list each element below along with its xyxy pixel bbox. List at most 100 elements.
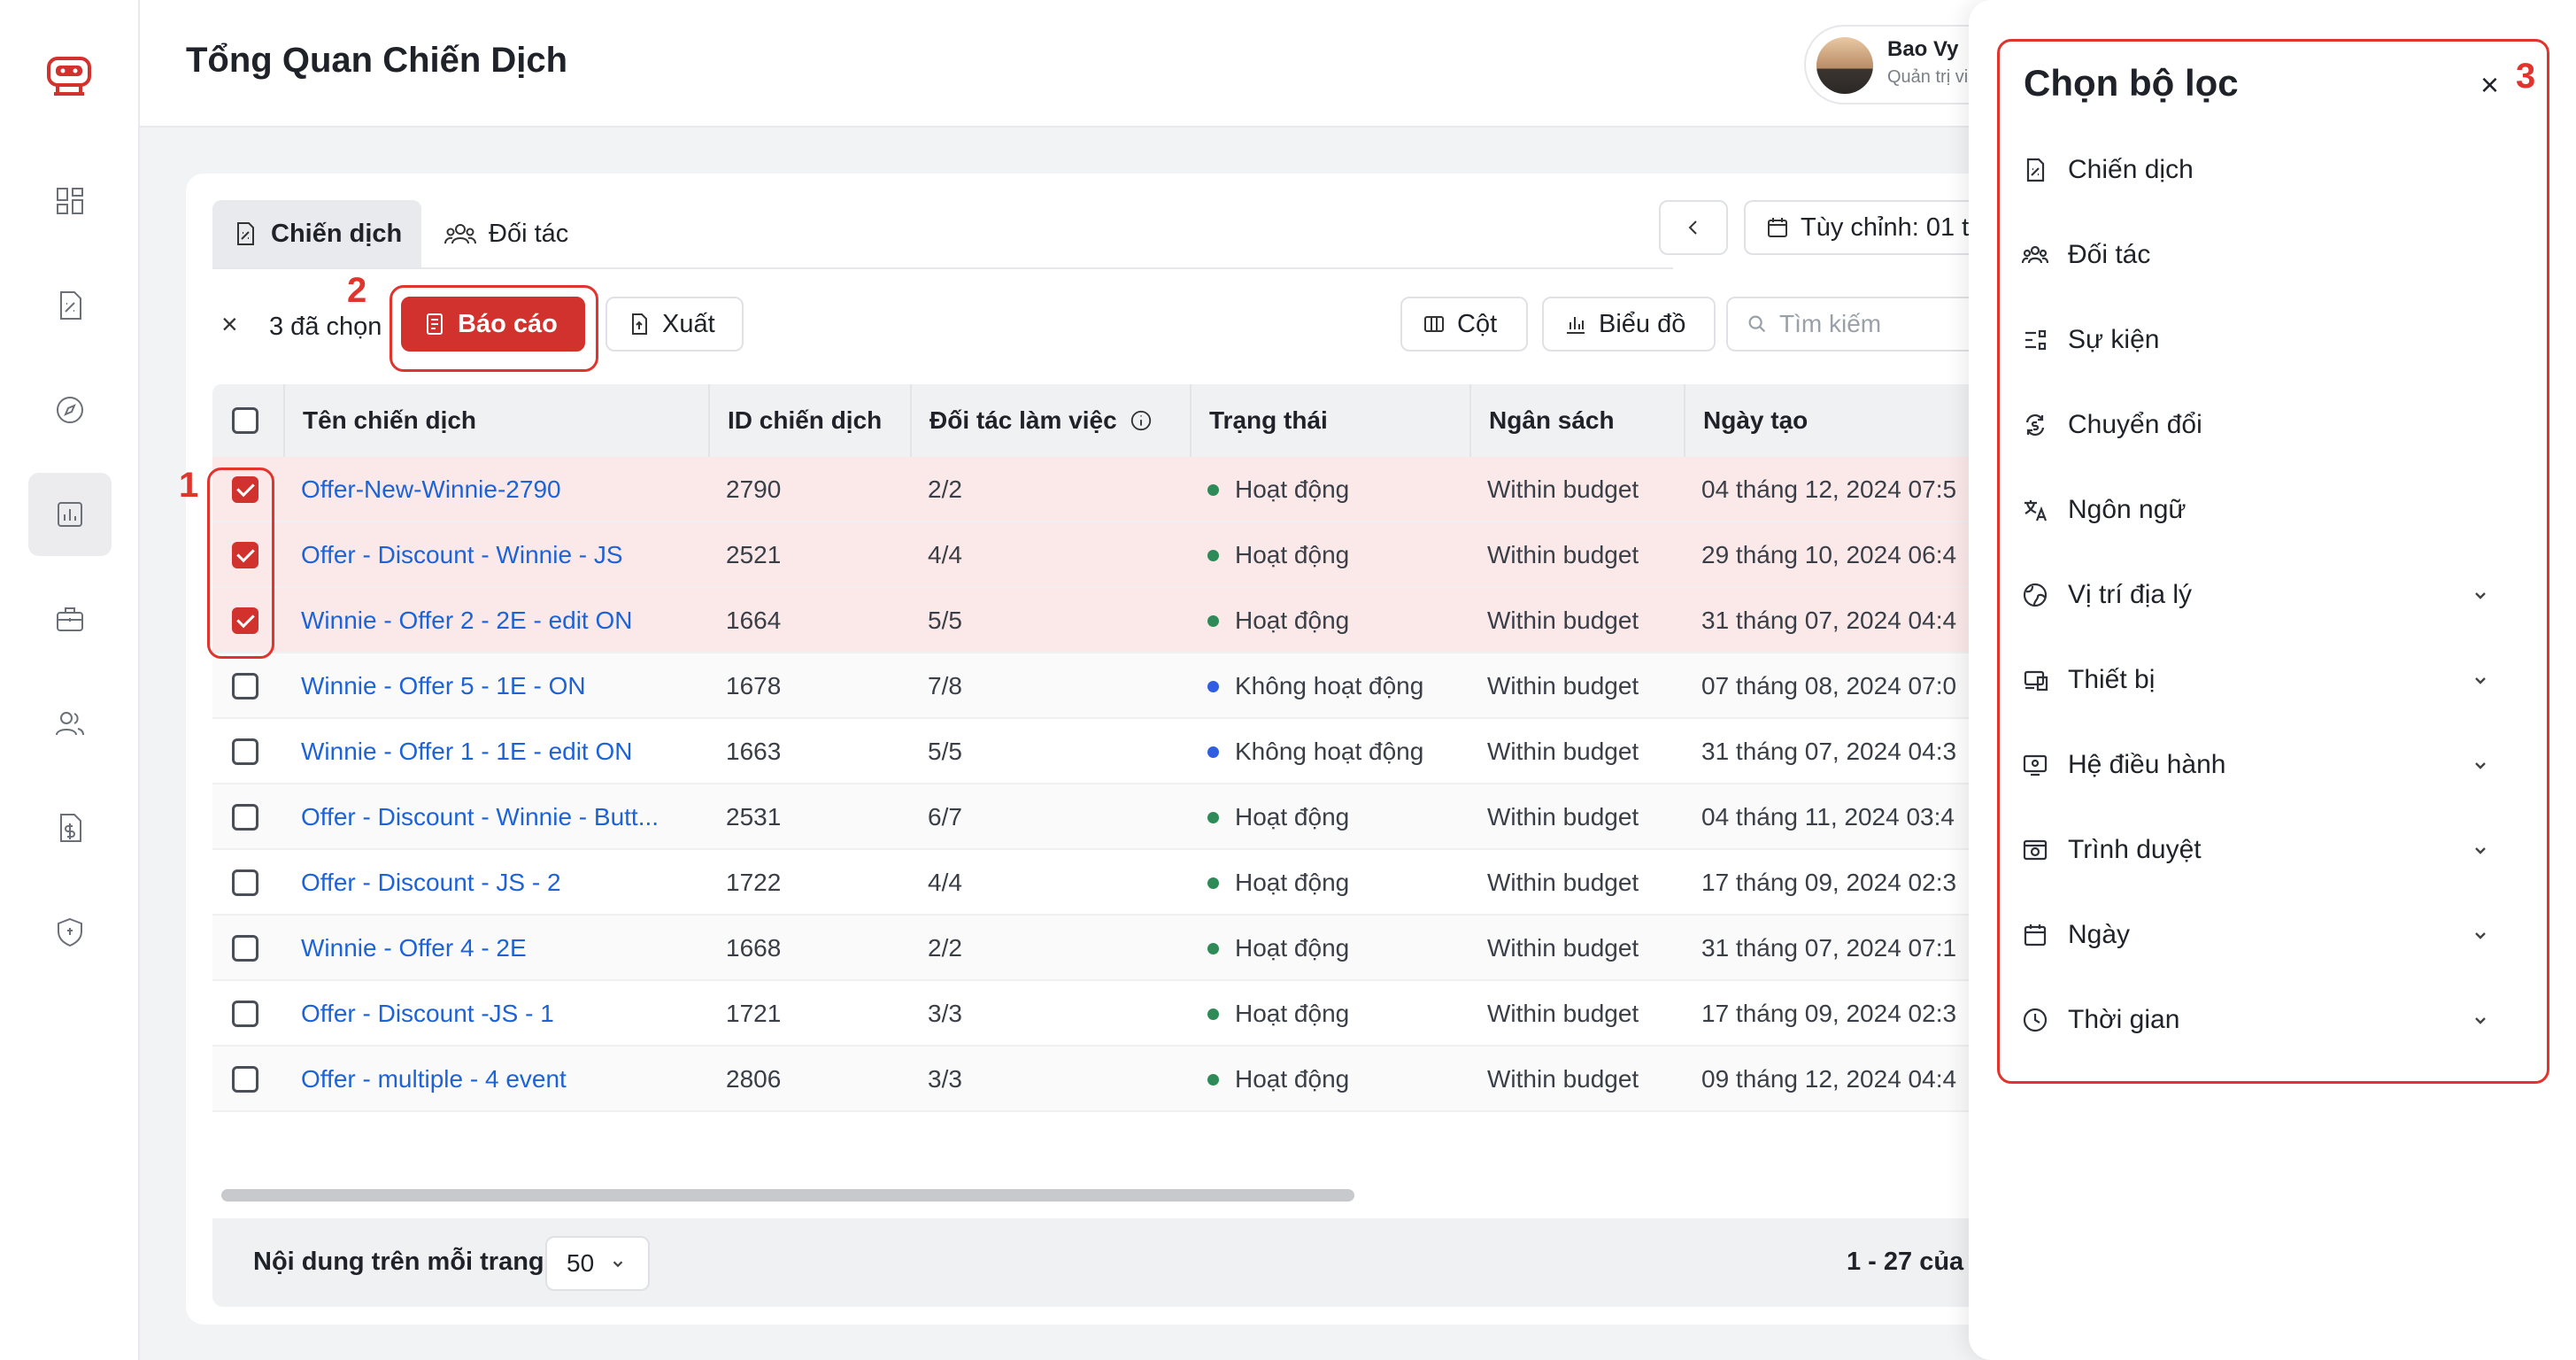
partners-icon [2022,245,2048,264]
column-header-status[interactable]: Trạng thái [1190,384,1328,457]
row-checkbox[interactable] [232,673,258,699]
users-icon[interactable] [28,682,112,765]
campaign-doc-icon [237,222,254,245]
tab-campaigns[interactable]: Chiến dịch [212,200,422,267]
campaign-name-link[interactable]: Winnie - Offer 4 - 2E [301,916,690,981]
per-page-value: 50 [567,1249,595,1277]
per-page-select[interactable]: 50 [545,1236,650,1291]
column-header-created[interactable]: Ngày tạo [1684,384,1808,457]
globe-icon [2023,583,2048,607]
dashboard-icon[interactable] [28,159,112,243]
filter-item[interactable]: Chuyển đổi [2022,398,2491,452]
close-icon[interactable]: × [2480,69,2499,101]
chevron-down-icon[interactable] [2470,584,2491,606]
row-checkbox[interactable] [232,1066,258,1093]
export-doc-icon [632,313,647,335]
partners-icon [444,224,476,244]
app-logo-icon[interactable] [43,51,95,103]
table-row[interactable]: Offer - multiple - 4 event 2806 3/3 Hoạt độ… [212,1047,2045,1112]
campaign-id: 2790 [726,475,782,503]
browser-icon [2023,839,2048,861]
chevron-down-icon[interactable] [2470,839,2491,861]
row-checkbox[interactable] [232,1001,258,1027]
table-row[interactable]: Offer - Discount - Winnie - JS 2521 4/4 Hoạ… [212,522,2045,588]
column-header-budget[interactable]: Ngân sách [1469,384,1615,457]
table-row[interactable]: Winnie - Offer 5 - 1E - ON 1678 7/8 Không h… [212,653,2045,719]
campaign-id: 1664 [726,607,782,634]
campaign-id: 2806 [726,1065,782,1093]
filter-item[interactable]: Sự kiện [2022,313,2491,367]
export-button-label: Xuất [662,309,715,338]
partners-count: 5/5 [928,607,962,634]
annotation-number-1: 1 [179,466,199,505]
clear-selection-icon[interactable]: × [221,308,238,341]
columns-button[interactable]: Cột [1400,297,1528,352]
column-header-partners[interactable]: Đối tác làm việc [910,384,1153,457]
campaign-card: Chiến dịch Đối tác Tùy chỉnh: 01 t × 3 đ… [179,174,2045,1325]
horizontal-scrollbar[interactable] [221,1189,1354,1202]
filter-item[interactable]: Ngôn ngữ [2022,483,2491,537]
filter-item[interactable]: Hệ điều hành [2022,738,2491,792]
report-chart-icon[interactable] [28,473,112,556]
filter-item[interactable]: Chiến dịch [2022,143,2491,197]
filter-item[interactable]: Trình duyệt [2022,823,2491,877]
report-button-label: Báo cáo [458,309,558,338]
row-checkbox[interactable] [232,869,258,896]
chart-button[interactable]: Biểu đồ [1542,297,1716,352]
row-checkbox[interactable] [232,738,258,765]
filter-item[interactable]: Vị trí địa lý [2022,568,2491,622]
campaign-doc-icon[interactable] [28,264,112,347]
status-dot [1207,680,1219,692]
column-header-name[interactable]: Tên chiến dịch [283,384,476,457]
table-row[interactable]: Winnie - Offer 1 - 1E - edit ON 1663 5/5 Kh… [212,719,2045,784]
status-dot [1207,877,1219,889]
campaign-name-link[interactable]: Winnie - Offer 1 - 1E - edit ON [301,719,690,784]
filter-item-label: Thiết bị [2068,665,2156,694]
status-dot [1207,746,1219,758]
tab-partners[interactable]: Đối tác [425,200,588,267]
select-all-checkbox[interactable] [232,407,258,434]
row-checkbox[interactable] [232,935,258,962]
table-row[interactable]: Offer-New-Winnie-2790 2790 2/2 Hoạt động Wit… [212,457,2045,522]
table-row[interactable]: Winnie - Offer 4 - 2E 1668 2/2 Hoạt động Wit… [212,916,2045,981]
column-header-id[interactable]: ID chiến dịch [708,384,882,457]
campaign-name-link[interactable]: Offer - Discount - JS - 2 [301,850,690,916]
table-row[interactable]: Winnie - Offer 2 - 2E - edit ON 1664 5/5 Ho… [212,588,2045,653]
budget-status: Within budget [1487,475,1639,503]
campaign-name-link[interactable]: Offer - Discount -JS - 1 [301,981,690,1047]
filter-item[interactable]: Đối tác [2022,228,2491,282]
annotation-number-2: 2 [347,271,367,310]
row-checkbox[interactable] [232,804,258,831]
chevron-down-icon[interactable] [2470,924,2491,946]
device-icon [2024,670,2048,692]
export-button[interactable]: Xuất [605,297,744,352]
campaign-name-link[interactable]: Winnie - Offer 2 - 2E - edit ON [301,588,690,653]
campaign-name-link[interactable]: Offer - Discount - Winnie - Butt... [301,784,690,850]
briefcase-icon[interactable] [28,577,112,661]
status-text: Hoạt động [1235,1000,1350,1027]
compass-icon[interactable] [28,368,112,452]
date-range-label: Tùy chỉnh: 01 t [1801,212,1970,242]
table-row[interactable]: Offer - Discount - JS - 2 1722 4/4 Hoạt độn… [212,850,2045,916]
avatar [1816,37,1873,94]
chevron-down-icon[interactable] [2470,1009,2491,1031]
campaign-name-link[interactable]: Offer - Discount - Winnie - JS [301,522,690,588]
filter-item[interactable]: Thiết bị [2022,653,2491,707]
status-cell: Hoạt động [1207,981,1473,1047]
chevron-down-icon [613,1261,623,1268]
status-text: Hoạt động [1235,934,1350,962]
campaign-name-link[interactable]: Offer - multiple - 4 event [301,1047,690,1112]
campaign-name-link[interactable]: Offer-New-Winnie-2790 [301,457,690,522]
chevron-down-icon[interactable] [2470,754,2491,776]
table-row[interactable]: Offer - Discount -JS - 1 1721 3/3 Hoạt động… [212,981,2045,1047]
filter-item[interactable]: Ngày [2022,908,2491,962]
invoice-dollar-icon[interactable] [28,786,112,869]
date-prev-button[interactable] [1659,200,1728,255]
shield-icon[interactable] [28,891,112,974]
chevron-down-icon[interactable] [2470,669,2491,691]
report-button[interactable]: Báo cáo [401,297,585,352]
info-icon[interactable] [1130,409,1153,432]
filter-item[interactable]: Thời gian [2022,993,2491,1047]
campaign-name-link[interactable]: Winnie - Offer 5 - 1E - ON [301,653,690,719]
table-row[interactable]: Offer - Discount - Winnie - Butt... 2531 6… [212,784,2045,850]
